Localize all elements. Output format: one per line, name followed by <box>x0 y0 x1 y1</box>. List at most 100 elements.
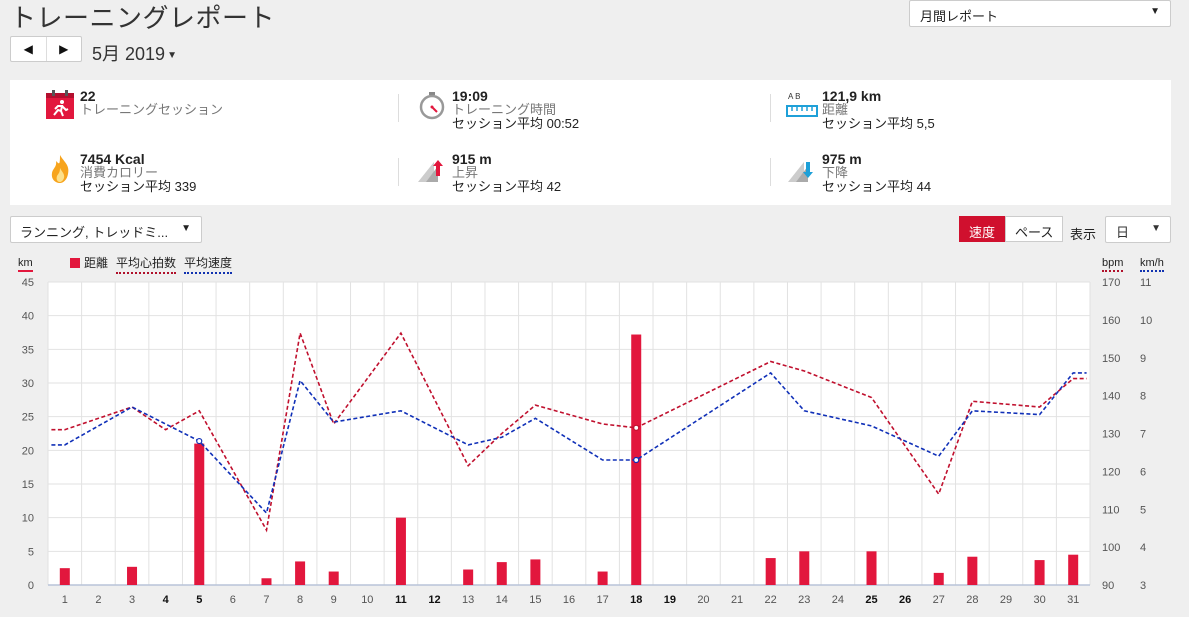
distance-bar <box>463 569 474 585</box>
divider <box>398 94 399 122</box>
prev-period-button[interactable]: ◀ <box>11 37 47 61</box>
legend-distance-label: 距離 <box>84 256 109 270</box>
hr-axis-tick-label: 140 <box>1102 391 1120 403</box>
hr-axis-tick-label: 170 <box>1102 277 1120 289</box>
x-axis-tick-label: 31 <box>1067 594 1079 606</box>
left-axis-tick-label: 0 <box>28 580 34 592</box>
x-axis-tick-label: 30 <box>1033 594 1045 606</box>
speed-axis-tick-label: 11 <box>1140 277 1151 289</box>
stopwatch-icon <box>416 89 448 121</box>
x-axis-tick-label: 12 <box>428 594 440 606</box>
left-axis-tick-label: 20 <box>22 445 34 457</box>
x-axis-tick-label: 20 <box>697 594 709 606</box>
x-axis-tick-label: 19 <box>664 594 676 606</box>
avg-speed-line-point <box>633 456 640 464</box>
x-axis-tick-label: 24 <box>832 594 844 606</box>
speed-axis-tick-label: 5 <box>1140 504 1146 516</box>
speed-toggle-button[interactable]: 速度 <box>959 216 1006 242</box>
distance-value: 121,9 km <box>822 88 882 104</box>
x-axis-tick-label: 27 <box>933 594 945 606</box>
descent-avg: セッション平均 44 <box>822 179 932 194</box>
distance-bar <box>395 517 406 585</box>
hr-axis-tick-label: 100 <box>1102 542 1120 554</box>
report-type-dropdown[interactable]: 月間レポート ▼ <box>909 0 1171 27</box>
divider <box>770 158 771 186</box>
distance-bar <box>530 559 541 585</box>
x-axis-tick-label: 13 <box>462 594 474 606</box>
calendar-run-icon <box>44 89 76 121</box>
distance-bar <box>1034 560 1045 585</box>
left-axis-tick-label: 40 <box>22 311 34 323</box>
page-title: トレーニングレポート <box>10 3 276 33</box>
x-axis-tick-label: 23 <box>798 594 810 606</box>
distance-bar <box>261 578 272 585</box>
avg-hr-line-point <box>633 424 640 431</box>
calories-avg: セッション平均 339 <box>80 179 197 194</box>
divider <box>770 94 771 122</box>
distance-bar <box>765 558 776 585</box>
descent-value: 975 m <box>822 151 862 167</box>
left-axis-tick-label: 15 <box>22 479 34 491</box>
stat-sessions: 22 トレーニングセッション <box>44 89 223 121</box>
chevron-down-icon: ▼ <box>181 223 191 234</box>
distance-bar <box>597 571 608 585</box>
x-axis-tick-label: 6 <box>230 594 236 606</box>
hr-axis-tick-label: 120 <box>1102 466 1120 478</box>
pace-toggle-button[interactable]: ペース <box>1005 216 1064 242</box>
speed-pace-toggle: 速度 ペース <box>959 216 1064 242</box>
distance-bar <box>866 551 877 585</box>
chevron-left-icon: ◀ <box>23 42 33 56</box>
legend-distance-swatch <box>70 258 80 268</box>
x-axis-tick-label: 29 <box>1000 594 1012 606</box>
descent-icon <box>786 152 818 184</box>
period-label: 5月 2019 <box>92 44 166 64</box>
left-axis-tick-label: 5 <box>28 546 34 558</box>
report-type-label: 月間レポート <box>920 9 999 24</box>
distance-bar <box>59 568 70 585</box>
x-axis-tick-label: 14 <box>496 594 508 606</box>
sessions-label: トレーニングセッション <box>80 102 224 117</box>
granularity-label: 日 <box>1116 225 1130 240</box>
period-pager: ◀ ▶ <box>10 36 82 62</box>
plot-area <box>48 282 1090 585</box>
x-axis-tick-label: 15 <box>529 594 541 606</box>
distance-bar <box>328 571 339 585</box>
x-axis-tick-label: 5 <box>196 594 202 606</box>
distance-bar <box>194 443 205 585</box>
distance-bar <box>496 562 507 585</box>
training-chart: 0510152025303540459010011012013014015016… <box>22 277 1153 606</box>
period-selector[interactable]: 5月 2019 ▼ <box>92 40 177 66</box>
ascent-label: 上昇 <box>452 165 479 180</box>
activity-filter-dropdown[interactable]: ランニング, トレッドミ... ▼ <box>10 216 202 243</box>
left-axis-tick-label: 25 <box>22 412 34 424</box>
ascent-avg: セッション平均 42 <box>452 179 562 194</box>
x-axis-tick-label: 21 <box>731 594 743 606</box>
hr-axis-tick-label: 150 <box>1102 353 1120 365</box>
distance-bar <box>933 572 944 585</box>
distance-bar <box>1068 554 1079 585</box>
speed-axis-tick-label: 4 <box>1140 542 1146 554</box>
x-axis-tick-label: 4 <box>163 594 170 606</box>
divider <box>398 158 399 186</box>
stat-descent: 975 m 下降 セッション平均 44 <box>786 152 931 194</box>
ascent-icon <box>416 152 448 184</box>
sessions-value: 22 <box>80 88 96 104</box>
x-axis-tick-label: 22 <box>765 594 777 606</box>
speed-axis-tick-label: 9 <box>1140 353 1146 365</box>
speed-axis-tick-label: 7 <box>1140 429 1146 441</box>
next-period-button[interactable]: ▶ <box>47 37 82 61</box>
calories-value: 7454 Kcal <box>80 151 145 167</box>
stat-distance: A B 121,9 km 距離 セッション平均 5,5 <box>786 89 935 131</box>
x-axis-tick-label: 2 <box>95 594 101 606</box>
left-axis-tick-label: 10 <box>22 513 34 525</box>
left-axis-tick-label: 35 <box>22 344 34 356</box>
x-axis-tick-label: 25 <box>865 594 877 606</box>
x-axis-tick-label: 11 <box>395 594 407 606</box>
x-axis-tick-label: 3 <box>129 594 135 606</box>
chevron-down-icon: ▼ <box>1151 223 1161 234</box>
distance-label: 距離 <box>822 102 849 117</box>
ruler-icon: A B <box>786 89 818 121</box>
granularity-dropdown[interactable]: 日 ▼ <box>1105 216 1171 243</box>
flame-icon <box>44 152 76 184</box>
ruler-icon-text: A B <box>788 92 800 101</box>
